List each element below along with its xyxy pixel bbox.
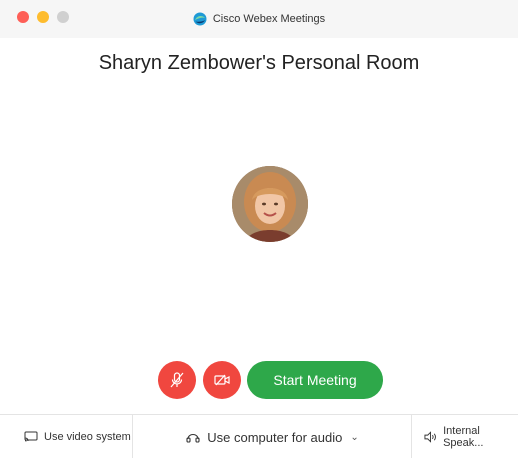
meeting-controls: Start Meeting: [0, 361, 518, 399]
title-bar: Cisco Webex Meetings: [0, 0, 518, 38]
cast-icon: [24, 431, 38, 442]
audio-source-label: Use computer for audio: [207, 429, 343, 445]
webex-logo-icon: [193, 12, 207, 26]
video-toggle-button[interactable]: [203, 361, 241, 399]
start-meeting-button[interactable]: Start Meeting: [247, 361, 383, 399]
mic-muted-icon: [170, 372, 184, 388]
room-title: Sharyn Zembower's Personal Room: [98, 52, 420, 74]
mute-button[interactable]: [158, 361, 196, 399]
speaker-icon: [424, 431, 436, 443]
webex-window: Cisco Webex Meetings Sharyn Zembower's P…: [0, 0, 518, 458]
chevron-down-icon: ⌄: [350, 431, 359, 443]
bottom-bar: Use video system Use computer for audio …: [0, 414, 518, 458]
use-video-system-label: Use video system: [44, 431, 131, 443]
speaker-label: Internal Speak...: [443, 425, 484, 449]
use-video-system-button[interactable]: Use video system: [24, 415, 131, 458]
app-title-area: Cisco Webex Meetings: [0, 0, 518, 38]
avatar: [232, 166, 308, 242]
headset-icon: [186, 433, 200, 443]
audio-source-select[interactable]: Use computer for audio ⌄: [132, 415, 412, 458]
speaker-select[interactable]: Internal Speak...: [424, 415, 518, 458]
avatar-image: [232, 166, 308, 242]
app-title: Cisco Webex Meetings: [212, 13, 326, 25]
video-off-icon: [214, 374, 230, 386]
